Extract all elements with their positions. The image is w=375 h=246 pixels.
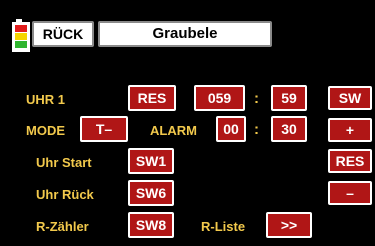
uhr1-time-separator: : — [254, 90, 259, 107]
minus-button[interactable]: – — [328, 181, 372, 205]
res-side-button[interactable]: RES — [328, 149, 372, 173]
r-zaehler-switch[interactable]: SW8 — [128, 212, 174, 238]
battery-bar-red — [15, 25, 27, 32]
plus-button[interactable]: + — [328, 118, 372, 142]
uhr1-seconds-field[interactable]: 59 — [271, 85, 307, 111]
battery-body — [12, 22, 30, 52]
uhr1-label: UHR 1 — [26, 92, 66, 107]
uhr1-reset-button[interactable]: RES — [128, 85, 176, 111]
mode-label: MODE — [26, 123, 65, 138]
uhr-rueck-switch[interactable]: SW6 — [128, 180, 174, 206]
r-liste-open-button[interactable]: >> — [266, 212, 312, 238]
battery-bar-green — [15, 41, 27, 48]
r-zaehler-label: R-Zähler — [36, 219, 89, 234]
battery-bar-yellow — [15, 33, 27, 40]
alarm-time-separator: : — [254, 121, 259, 138]
mode-selector[interactable]: T– — [80, 116, 128, 142]
uhr-rueck-label: Uhr Rück — [36, 187, 94, 202]
sw-button[interactable]: SW — [328, 86, 372, 110]
back-button[interactable]: RÜCK — [32, 21, 94, 47]
model-name-title[interactable]: Graubele — [98, 21, 272, 47]
uhr-start-label: Uhr Start — [36, 155, 92, 170]
alarm-seconds-field[interactable]: 30 — [271, 116, 307, 142]
alarm-label: ALARM — [150, 123, 197, 138]
uhr-start-switch[interactable]: SW1 — [128, 148, 174, 174]
uhr1-minutes-field[interactable]: 059 — [194, 85, 245, 111]
alarm-minutes-field[interactable]: 00 — [216, 116, 246, 142]
transmitter-screen: RÜCK Graubele UHR 1 RES 059 : 59 MODE T–… — [0, 0, 375, 246]
battery-icon — [12, 19, 30, 52]
r-liste-label: R-Liste — [201, 219, 246, 234]
